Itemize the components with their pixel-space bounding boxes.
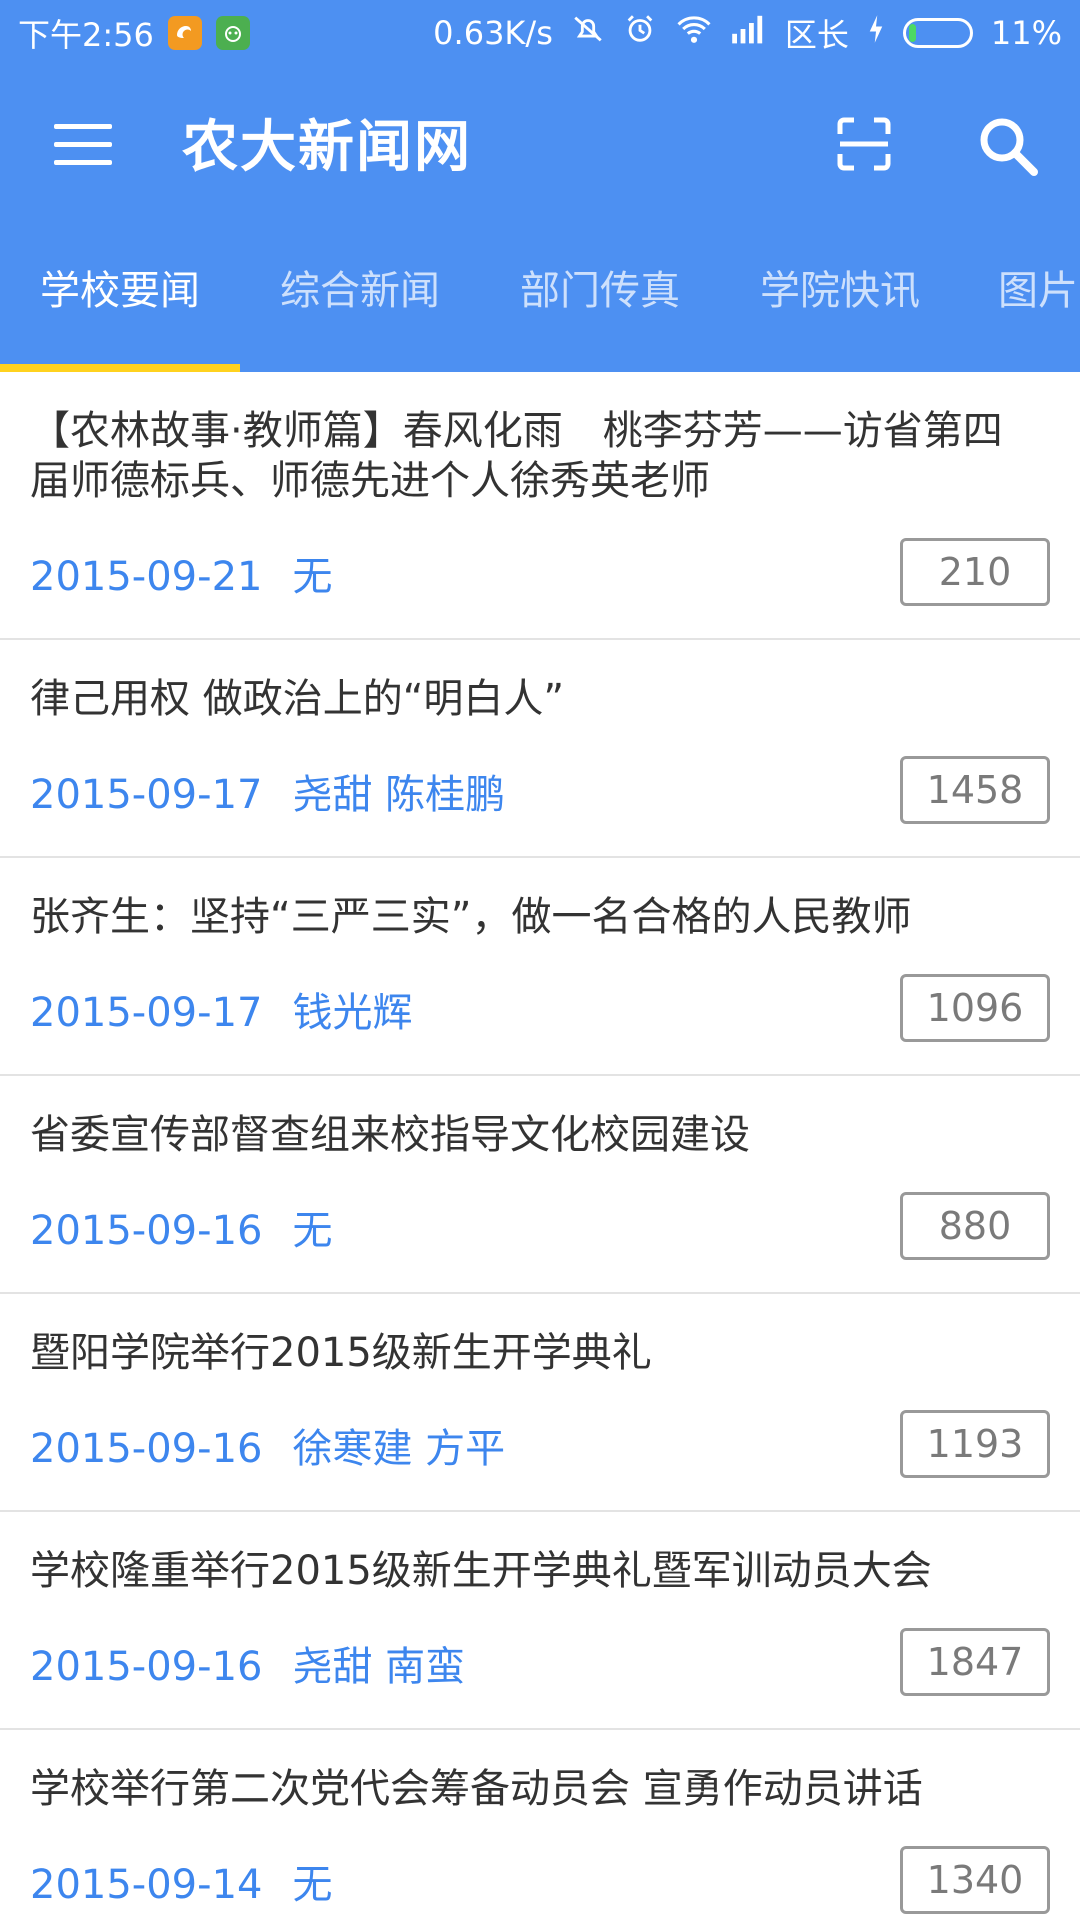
news-title[interactable]: 省委宣传部督查组来校指导文化校园建设 — [30, 1110, 1040, 1160]
news-meta: 2015-09-16 尧甜 南蛮 — [30, 1634, 465, 1692]
scan-button[interactable] — [836, 116, 892, 172]
news-item[interactable]: 学校隆重举行2015级新生开学典礼暨军训动员大会 2015-09-16 尧甜 南蛮… — [0, 1512, 1080, 1730]
news-date: 2015-09-16 — [30, 1426, 263, 1472]
news-date: 2015-09-16 — [30, 1208, 263, 1254]
news-title[interactable]: 张齐生：坚持“三严三实”，做一名合格的人民教师 — [30, 892, 1040, 942]
news-title[interactable]: 学校举行第二次党代会筹备动员会 宣勇作动员讲话 — [30, 1764, 1040, 1814]
mute-icon — [571, 12, 605, 54]
status-time: 下午2:56 — [18, 16, 154, 54]
news-date: 2015-09-21 — [30, 554, 263, 600]
news-date: 2015-09-17 — [30, 772, 263, 818]
news-meta: 2015-09-21 无 — [30, 544, 332, 602]
charging-icon — [867, 14, 885, 52]
news-title[interactable]: 学校隆重举行2015级新生开学典礼暨军训动员大会 — [30, 1546, 1040, 1596]
menu-icon — [54, 123, 112, 129]
news-date: 2015-09-16 — [30, 1644, 263, 1690]
news-meta: 2015-09-14 无 — [30, 1852, 332, 1910]
view-count-badge: 1340 — [900, 1846, 1050, 1914]
tab-pictures[interactable]: 图片 — [960, 226, 1080, 372]
scan-icon — [837, 117, 891, 171]
app-bar: 农大新闻网 — [0, 62, 1080, 226]
search-icon — [980, 118, 1038, 176]
news-item[interactable]: 学校举行第二次党代会筹备动员会 宣勇作动员讲话 2015-09-14 无 1340 — [0, 1730, 1080, 1920]
view-count-badge: 1096 — [900, 974, 1050, 1042]
view-count-badge: 1458 — [900, 756, 1050, 824]
news-item[interactable]: 【农林故事·教师篇】春风化雨 桃李芬芳——访省第四届师德标兵、师德先进个人徐秀英… — [0, 372, 1080, 640]
news-list: 【农林故事·教师篇】春风化雨 桃李芬芳——访省第四届师德标兵、师德先进个人徐秀英… — [0, 372, 1080, 1920]
tab-college-briefs[interactable]: 学院快讯 — [720, 226, 960, 372]
news-item[interactable]: 律己用权 做政治上的“明白人” 2015-09-17 尧甜 陈桂鹏 1458 — [0, 640, 1080, 858]
news-author: 尧甜 南蛮 — [292, 1644, 466, 1690]
news-meta: 2015-09-16 徐寒建 方平 — [30, 1416, 505, 1474]
view-count-badge: 210 — [900, 538, 1050, 606]
carrier-label: 区长 — [784, 16, 849, 54]
tab-department-fax[interactable]: 部门传真 — [480, 226, 720, 372]
news-meta: 2015-09-16 无 — [30, 1198, 332, 1256]
alarm-icon — [623, 12, 657, 54]
news-date: 2015-09-14 — [30, 1862, 263, 1908]
news-item[interactable]: 张齐生：坚持“三严三实”，做一名合格的人民教师 2015-09-17 钱光辉 10… — [0, 858, 1080, 1076]
news-title[interactable]: 律己用权 做政治上的“明白人” — [30, 674, 1040, 724]
news-author: 徐寒建 方平 — [292, 1426, 506, 1472]
battery-percent: 11% — [990, 14, 1062, 52]
news-author: 无 — [292, 1862, 333, 1908]
tab-school-news[interactable]: 学校要闻 — [0, 226, 240, 372]
news-author: 无 — [292, 1208, 333, 1254]
tab-general-news[interactable]: 综合新闻 — [240, 226, 480, 372]
news-author: 无 — [292, 554, 333, 600]
search-button[interactable] — [976, 114, 1040, 178]
app-title: 农大新闻网 — [182, 115, 472, 180]
category-tabs: 学校要闻 综合新闻 部门传真 学院快讯 图片 — [0, 226, 1080, 372]
wifi-icon — [675, 12, 713, 54]
news-author: 尧甜 陈桂鹏 — [292, 772, 506, 818]
signal-icon — [731, 14, 767, 52]
view-count-badge: 1847 — [900, 1628, 1050, 1696]
uc-browser-icon — [167, 16, 202, 50]
view-count-badge: 1193 — [900, 1410, 1050, 1478]
android-app-icon — [215, 16, 250, 50]
battery-icon — [902, 18, 973, 48]
news-item[interactable]: 省委宣传部督查组来校指导文化校园建设 2015-09-16 无 880 — [0, 1076, 1080, 1294]
news-date: 2015-09-17 — [30, 990, 263, 1036]
news-author: 钱光辉 — [292, 990, 413, 1036]
news-item[interactable]: 暨阳学院举行2015级新生开学典礼 2015-09-16 徐寒建 方平 1193 — [0, 1294, 1080, 1512]
news-title[interactable]: 暨阳学院举行2015级新生开学典礼 — [30, 1328, 1040, 1378]
status-bar: 下午2:56 0.63K/s 区长 11% — [0, 0, 1080, 62]
news-meta: 2015-09-17 钱光辉 — [30, 980, 412, 1038]
top-header: 下午2:56 0.63K/s 区长 11% 农大新闻网 学校要闻 综合新闻 部门… — [0, 0, 1080, 372]
menu-button[interactable] — [40, 114, 130, 174]
network-speed: 0.63K/s — [433, 14, 553, 52]
active-tab-indicator — [0, 364, 240, 372]
view-count-badge: 880 — [900, 1192, 1050, 1260]
news-meta: 2015-09-17 尧甜 陈桂鹏 — [30, 762, 505, 820]
news-title[interactable]: 【农林故事·教师篇】春风化雨 桃李芬芳——访省第四届师德标兵、师德先进个人徐秀英… — [30, 406, 1040, 506]
battery-level — [908, 24, 916, 42]
